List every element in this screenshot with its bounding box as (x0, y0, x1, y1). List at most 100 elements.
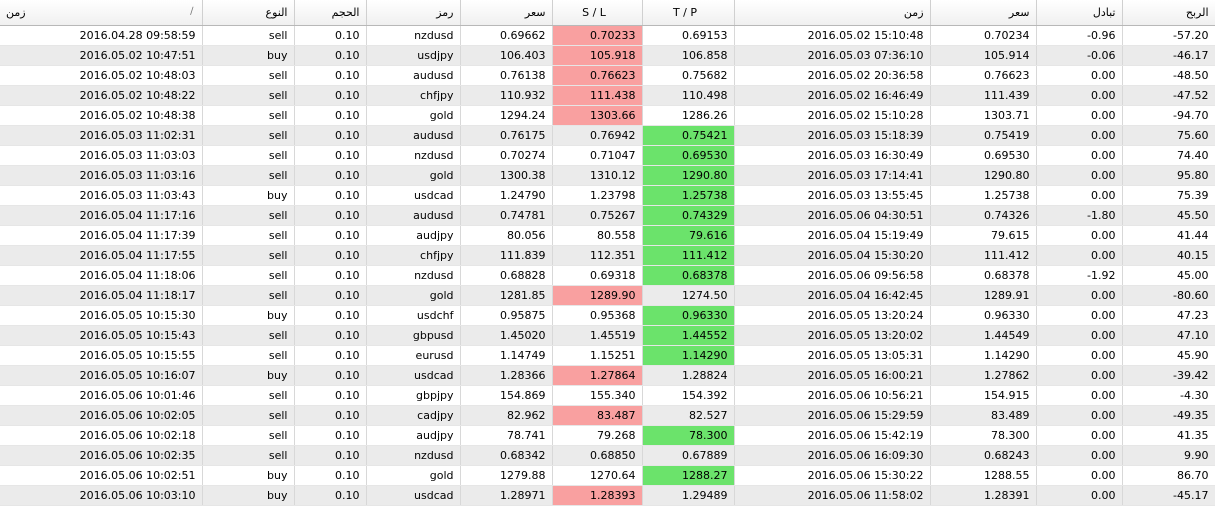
cell-volume: 0.10 (294, 405, 367, 426)
cell-time-open: 2016.05.02 10:48:38 (0, 105, 203, 126)
cell-time-close: 2016.05.03 17:14:41 (734, 165, 931, 186)
cell-swap: 0.00 (1036, 185, 1123, 206)
table-row[interactable]: 2016.05.06 10:02:18 sell 0.10 audjpy 78.741 7… (0, 425, 1215, 446)
cell-time-close: 2016.05.06 16:09:30 (734, 445, 931, 466)
cell-price-close: 1290.80 (930, 165, 1037, 186)
table-row[interactable]: 2016.05.02 10:48:38 sell 0.10 gold 1294.24 13… (0, 105, 1215, 126)
cell-symbol: audusd (366, 65, 461, 86)
col-header-symbol[interactable]: رمز (366, 0, 461, 26)
cell-time-close: 2016.05.04 15:19:49 (734, 225, 931, 246)
col-header-profit[interactable]: الربح (1122, 0, 1215, 26)
cell-price-close: 0.70234 (930, 25, 1037, 46)
col-header-tp[interactable]: T / P (642, 0, 735, 26)
cell-symbol: gold (366, 465, 461, 486)
table-row[interactable]: 2016.05.05 10:15:55 sell 0.10 eurusd 1.14749… (0, 345, 1215, 366)
table-row[interactable]: 2016.05.05 10:16:07 buy 0.10 usdcad 1.28366 1… (0, 365, 1215, 386)
table-row[interactable]: 2016.05.06 10:03:10 buy 0.10 usdcad 1.28971 1… (0, 485, 1215, 506)
col-header-type[interactable]: النوع (202, 0, 295, 26)
col-header-volume[interactable]: الحجم (294, 0, 367, 26)
table-row[interactable]: 2016.04.28 09:58:59 sell 0.10 nzdusd 0.69662… (0, 25, 1215, 46)
cell-profit: 41.35 (1122, 425, 1215, 446)
cell-price-open: 0.95875 (460, 305, 553, 326)
table-row[interactable]: 2016.05.04 11:18:17 sell 0.10 gold 1281.85 12… (0, 285, 1215, 306)
cell-volume: 0.10 (294, 485, 367, 506)
table-row[interactable]: 2016.05.02 10:48:22 sell 0.10 chfjpy 110.932… (0, 85, 1215, 106)
cell-type: buy (202, 45, 295, 66)
cell-profit: 95.80 (1122, 165, 1215, 186)
cell-time-open: 2016.05.05 10:16:07 (0, 365, 203, 386)
table-row[interactable]: 2016.05.06 10:01:46 sell 0.10 gbpjpy 154.869… (0, 385, 1215, 406)
table-row[interactable]: 2016.05.06 10:02:05 sell 0.10 cadjpy 82.962 8… (0, 405, 1215, 426)
table-row[interactable]: 2016.05.04 11:17:55 sell 0.10 chfjpy 111.839… (0, 245, 1215, 266)
cell-symbol: usdcad (366, 365, 461, 386)
cell-profit: 74.40 (1122, 145, 1215, 166)
cell-sl: 1270.64 (552, 465, 643, 486)
col-header-sl[interactable]: S / L (552, 0, 643, 26)
cell-time-open: 2016.04.28 09:58:59 (0, 25, 203, 46)
cell-price-open: 1.24790 (460, 185, 553, 206)
cell-price-open: 0.68828 (460, 265, 553, 286)
table-row[interactable]: 2016.05.04 11:18:06 sell 0.10 nzdusd 0.68828… (0, 265, 1215, 286)
cell-symbol: chfjpy (366, 245, 461, 266)
col-header-label: رمز (436, 5, 454, 19)
cell-swap: 0.00 (1036, 425, 1123, 446)
table-row[interactable]: 2016.05.03 11:03:03 sell 0.10 nzdusd 0.70274… (0, 145, 1215, 166)
cell-time-close: 2016.05.06 15:30:22 (734, 465, 931, 486)
table-row[interactable]: 2016.05.02 10:48:03 sell 0.10 audusd 0.76138… (0, 65, 1215, 86)
cell-price-open: 1294.24 (460, 105, 553, 126)
cell-price-close: 0.74326 (930, 205, 1037, 226)
cell-price-open: 154.869 (460, 385, 553, 406)
cell-time-close: 2016.05.06 04:30:51 (734, 205, 931, 226)
cell-sl: 1.23798 (552, 185, 643, 206)
col-header-time-open[interactable]: ∕ زمن (0, 0, 203, 26)
cell-sl: 0.75267 (552, 205, 643, 226)
table-row[interactable]: 2016.05.03 11:02:31 sell 0.10 audusd 0.76175… (0, 125, 1215, 146)
cell-type: buy (202, 485, 295, 506)
cell-profit: -46.17 (1122, 45, 1215, 66)
cell-swap: 0.00 (1036, 465, 1123, 486)
cell-time-close: 2016.05.02 15:10:28 (734, 105, 931, 126)
cell-type: sell (202, 325, 295, 346)
cell-price-open: 1.14749 (460, 345, 553, 366)
cell-tp: 111.412 (642, 245, 735, 266)
cell-price-open: 1281.85 (460, 285, 553, 306)
cell-symbol: cadjpy (366, 405, 461, 426)
sort-icon[interactable]: ∕ (190, 6, 193, 17)
table-row[interactable]: 2016.05.02 10:47:51 buy 0.10 usdjpy 106.403 1… (0, 45, 1215, 66)
table-row[interactable]: 2016.05.04 11:17:39 sell 0.10 audjpy 80.056 8… (0, 225, 1215, 246)
cell-profit: -39.42 (1122, 365, 1215, 386)
cell-tp: 78.300 (642, 425, 735, 446)
cell-sl: 0.76623 (552, 65, 643, 86)
cell-time-close: 2016.05.05 16:00:21 (734, 365, 931, 386)
cell-time-open: 2016.05.06 10:02:18 (0, 425, 203, 446)
cell-swap: 0.00 (1036, 285, 1123, 306)
cell-volume: 0.10 (294, 445, 367, 466)
cell-type: sell (202, 445, 295, 466)
cell-price-open: 0.70274 (460, 145, 553, 166)
cell-price-open: 110.932 (460, 85, 553, 106)
cell-volume: 0.10 (294, 365, 367, 386)
table-row[interactable]: 2016.05.05 10:15:30 buy 0.10 usdchf 0.95875 0… (0, 305, 1215, 326)
cell-swap: -1.80 (1036, 205, 1123, 226)
table-row[interactable]: 2016.05.05 10:15:43 sell 0.10 gbpusd 1.45020… (0, 325, 1215, 346)
col-header-time-close[interactable]: زمن (734, 0, 931, 26)
cell-volume: 0.10 (294, 305, 367, 326)
cell-symbol: nzdusd (366, 25, 461, 46)
cell-time-close: 2016.05.06 15:29:59 (734, 405, 931, 426)
table-row[interactable]: 2016.05.06 10:02:51 buy 0.10 gold 1279.88 127… (0, 465, 1215, 486)
col-header-price-close[interactable]: سعر (930, 0, 1037, 26)
cell-tp: 1.14290 (642, 345, 735, 366)
col-header-label: زمن (903, 5, 924, 19)
col-header-price-open[interactable]: سعر (460, 0, 553, 26)
table-row[interactable]: 2016.05.04 11:17:16 sell 0.10 audusd 0.74781… (0, 205, 1215, 226)
cell-profit: 40.15 (1122, 245, 1215, 266)
cell-price-close: 0.76623 (930, 65, 1037, 86)
col-header-swap[interactable]: تبادل (1036, 0, 1123, 26)
cell-profit: 41.44 (1122, 225, 1215, 246)
cell-symbol: nzdusd (366, 445, 461, 466)
cell-sl: 1310.12 (552, 165, 643, 186)
cell-time-open: 2016.05.02 10:47:51 (0, 45, 203, 66)
table-row[interactable]: 2016.05.03 11:03:43 buy 0.10 usdcad 1.24790 1… (0, 185, 1215, 206)
table-row[interactable]: 2016.05.06 10:02:35 sell 0.10 nzdusd 0.68342… (0, 445, 1215, 466)
table-row[interactable]: 2016.05.03 11:03:16 sell 0.10 gold 1300.38 13… (0, 165, 1215, 186)
